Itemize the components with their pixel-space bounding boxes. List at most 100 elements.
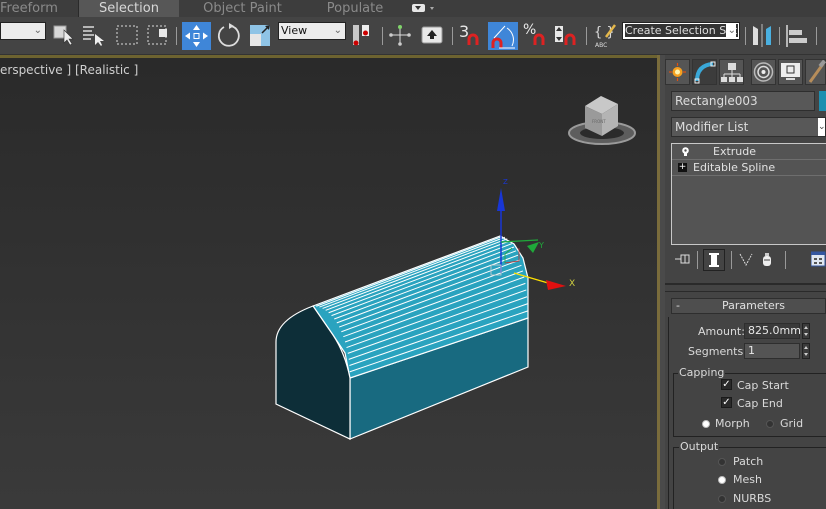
selection-filter-dropdown[interactable]: ⌄ bbox=[0, 22, 46, 40]
reference-coordinate-dropdown[interactable]: View ⌄ bbox=[278, 22, 346, 40]
tab-utilities[interactable] bbox=[805, 59, 826, 85]
select-and-rotate-icon bbox=[217, 23, 240, 47]
gizmo-x-arrow[interactable] bbox=[546, 280, 566, 290]
nurbs-radio[interactable] bbox=[718, 495, 726, 503]
tab-create[interactable] bbox=[665, 59, 690, 85]
toolbar-separator bbox=[452, 27, 453, 45]
use-pivot-center-button[interactable] bbox=[351, 21, 375, 49]
percent-snap-button[interactable]: % bbox=[522, 21, 548, 49]
segments-spinner[interactable] bbox=[802, 343, 810, 359]
display-icon bbox=[781, 63, 800, 80]
modify-icon bbox=[694, 61, 716, 84]
command-panel: Rectangle003 Modifier List ⌄ Extrude + E… bbox=[665, 55, 826, 509]
edit-named-selection-icon: { } ABC bbox=[594, 24, 616, 49]
rollout-border bbox=[668, 317, 669, 509]
angle-snap-icon bbox=[491, 25, 515, 49]
viewcube-front-label: FRONT bbox=[592, 119, 606, 124]
ribbon-options-icon[interactable] bbox=[412, 4, 425, 12]
tab-modify[interactable] bbox=[692, 59, 717, 85]
named-selection-set-dropdown[interactable]: Create Selection Set ⌄ bbox=[622, 22, 740, 40]
gizmo-x-label: X bbox=[569, 279, 575, 289]
pin-stack-icon[interactable] bbox=[675, 252, 691, 266]
gizmo-z-arrow[interactable] bbox=[497, 188, 505, 211]
modifier-list-dropdown[interactable]: Modifier List ⌄ bbox=[671, 117, 826, 137]
capping-group: Capping ✓ Cap Start ✓ Cap End Morph Grid bbox=[673, 366, 826, 437]
output-group: Output Patch Mesh NURBS bbox=[673, 440, 826, 509]
keyboard-shortcut-override-button[interactable] bbox=[420, 21, 444, 49]
gizmo-y-arrow[interactable] bbox=[527, 242, 539, 253]
tab-freeform[interactable]: Freeform bbox=[0, 0, 79, 17]
snaps-toggle-icon bbox=[467, 33, 479, 45]
select-and-move-button[interactable] bbox=[182, 22, 211, 50]
make-unique-icon[interactable] bbox=[739, 252, 753, 266]
angle-snap-button[interactable] bbox=[488, 22, 518, 50]
extruded-object[interactable] bbox=[275, 235, 529, 440]
mesh-radio[interactable] bbox=[718, 476, 726, 484]
use-pivot-center-icon bbox=[353, 25, 369, 46]
segments-input[interactable]: 1 bbox=[744, 343, 800, 359]
chevron-down-icon: ⌄ bbox=[725, 23, 736, 39]
select-and-scale-icon bbox=[250, 25, 270, 46]
ribbon-dropdown-icon[interactable] bbox=[430, 7, 434, 10]
window-crossing-icon bbox=[147, 25, 167, 45]
mirror-button[interactable] bbox=[750, 21, 776, 49]
morph-radio[interactable] bbox=[702, 420, 710, 428]
percent-snap-icon bbox=[533, 33, 545, 45]
tab-object-paint[interactable]: Object Paint bbox=[185, 0, 300, 17]
edit-named-selection-button[interactable]: { } ABC bbox=[592, 21, 618, 49]
stack-item-extrude[interactable]: Extrude bbox=[672, 144, 826, 160]
amount-input[interactable]: 825.0mm bbox=[744, 323, 801, 339]
window-crossing-button[interactable] bbox=[146, 21, 170, 49]
select-manipulate-icon bbox=[389, 25, 411, 46]
select-and-move-icon bbox=[185, 25, 208, 47]
object-name-field[interactable]: Rectangle003 bbox=[671, 91, 815, 111]
grid-radio[interactable] bbox=[766, 420, 774, 428]
viewcube[interactable]: FRONT bbox=[568, 96, 636, 145]
patch-radio[interactable] bbox=[718, 458, 726, 466]
object-color-swatch[interactable] bbox=[819, 91, 826, 111]
svg-text:{ }: { } bbox=[594, 25, 615, 40]
cap-end-checkbox[interactable]: ✓ bbox=[721, 397, 732, 408]
modifier-stack[interactable]: Extrude + Editable Spline bbox=[671, 143, 826, 245]
chevron-down-icon: ⌄ bbox=[818, 118, 826, 136]
ribbon-tabs: Freeform Selection Object Paint Populate bbox=[0, 0, 826, 17]
snaps-toggle-button[interactable]: 3 bbox=[458, 21, 484, 49]
select-and-manipulate-button[interactable] bbox=[388, 21, 412, 49]
panel-divider bbox=[665, 291, 826, 292]
parameters-rollout-header[interactable]: - Parameters bbox=[671, 298, 826, 314]
tab-populate[interactable]: Populate bbox=[310, 0, 400, 17]
align-icon bbox=[786, 25, 807, 47]
show-end-result-button[interactable] bbox=[703, 249, 725, 271]
tab-motion[interactable] bbox=[751, 59, 776, 85]
rectangular-selection-button[interactable] bbox=[115, 21, 139, 49]
perspective-viewport[interactable]: erspective ] [Realistic ] FRONT Z Y X bbox=[0, 55, 657, 509]
select-object-icon bbox=[53, 25, 74, 46]
lightbulb-icon[interactable] bbox=[682, 146, 689, 156]
command-panel-tabs bbox=[665, 59, 826, 85]
expand-plus-icon[interactable]: + bbox=[678, 163, 687, 172]
keyboard-shortcut-override-icon bbox=[421, 26, 443, 44]
create-icon bbox=[669, 63, 686, 81]
stack-item-editable-spline[interactable]: + Editable Spline bbox=[672, 160, 826, 176]
tab-selection[interactable]: Selection bbox=[79, 0, 179, 17]
remove-modifier-icon[interactable] bbox=[761, 251, 773, 267]
tab-display[interactable] bbox=[778, 59, 803, 85]
main-toolbar: ⌄ View ⌄ 3 % {} ABC Create Selection Se… bbox=[0, 17, 826, 55]
amount-spinner[interactable] bbox=[802, 323, 810, 339]
select-and-scale-button[interactable] bbox=[248, 21, 274, 49]
show-end-result-icon bbox=[709, 253, 719, 267]
select-by-name-button[interactable] bbox=[82, 21, 106, 49]
spinner-snap-button[interactable] bbox=[553, 21, 579, 49]
cap-start-checkbox[interactable]: ✓ bbox=[721, 379, 732, 390]
toolbar-separator bbox=[779, 27, 780, 45]
toolbar-separator bbox=[816, 27, 817, 45]
tab-hierarchy[interactable] bbox=[719, 59, 744, 85]
rectangular-selection-icon bbox=[116, 25, 138, 45]
select-and-rotate-button[interactable] bbox=[215, 21, 241, 49]
select-object-button[interactable] bbox=[52, 21, 74, 49]
svg-text:ABC: ABC bbox=[595, 42, 607, 49]
gizmo-z-label: Z bbox=[503, 178, 508, 186]
align-button[interactable] bbox=[784, 21, 810, 49]
configure-modifier-sets-icon[interactable] bbox=[811, 251, 826, 267]
select-by-name-icon bbox=[83, 26, 104, 46]
